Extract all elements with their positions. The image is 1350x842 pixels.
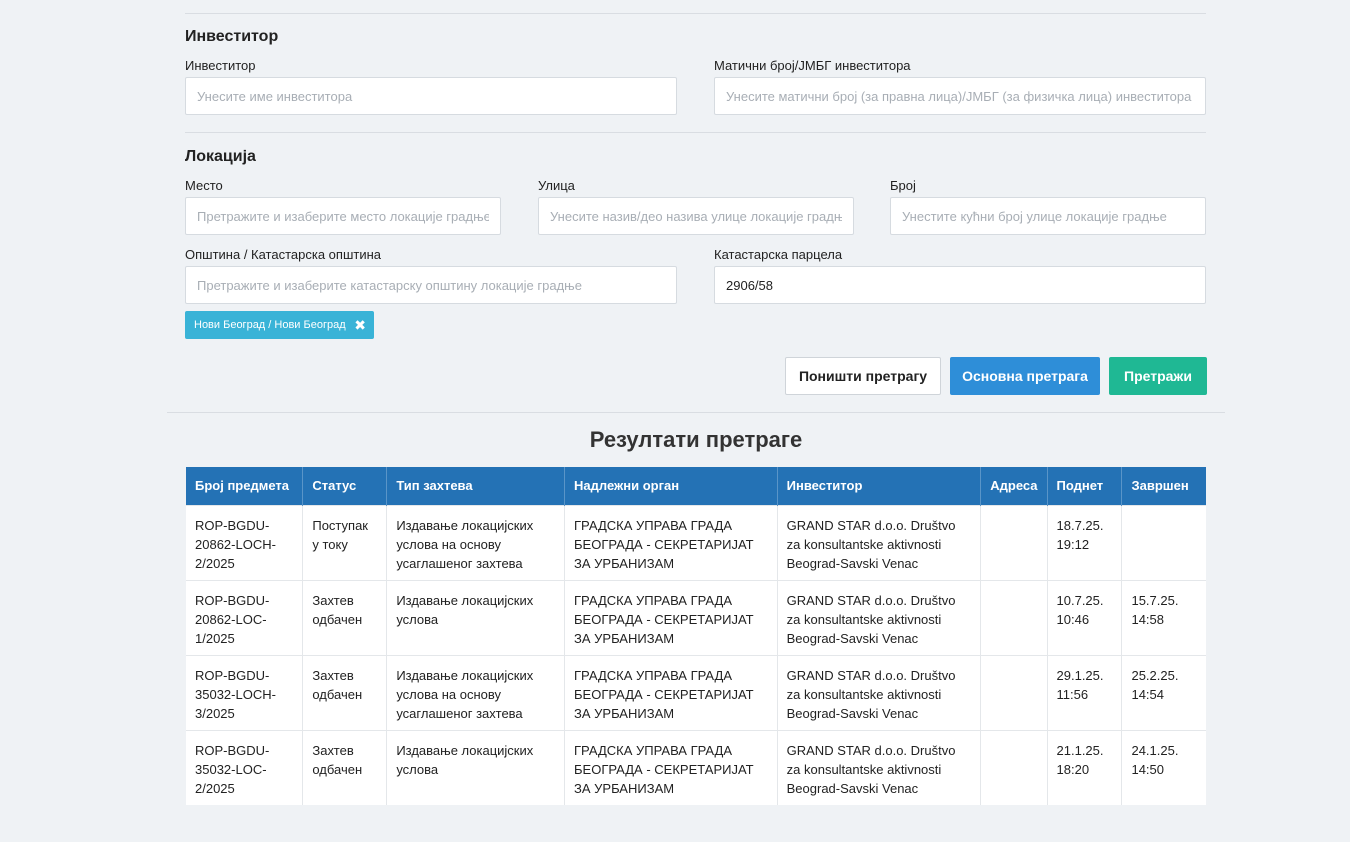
divider-middle	[185, 132, 1206, 133]
number-label: Број	[890, 178, 916, 193]
cell-case[interactable]: ROP-BGDU-20862-LOC-1/2025	[186, 579, 304, 655]
table-row[interactable]: ROP-BGDU-35032-LOCH-3/2025 Захтев одбаче…	[186, 654, 1206, 730]
column-header-completed[interactable]: Завршен	[1121, 467, 1206, 505]
cell-submitted: 21.1.25. 18:20	[1047, 729, 1123, 805]
cell-type: Издавање локацијских услова на основу ус…	[386, 504, 565, 580]
results-title: Резултати претраге	[589, 427, 803, 452]
cell-submitted: 18.7.25. 19:12	[1047, 504, 1123, 580]
cell-submitted: 10.7.25. 10:46	[1047, 579, 1123, 655]
cell-status: Захтев одбачен	[302, 654, 388, 730]
column-header-type[interactable]: Тип захтева	[386, 467, 565, 505]
place-input[interactable]	[185, 197, 501, 235]
column-header-authority[interactable]: Надлежни орган	[564, 467, 778, 505]
cell-status: Захтев одбачен	[302, 729, 388, 805]
cell-type: Издавање локацијских услова на основу ус…	[386, 654, 565, 730]
column-header-status[interactable]: Статус	[302, 467, 388, 505]
cell-status: Поступак у току	[302, 504, 388, 580]
column-header-case[interactable]: Број предмета	[186, 467, 304, 505]
cell-authority: ГРАДСКА УПРАВА ГРАДА БЕОГРАДА - СЕКРЕТАР…	[564, 579, 778, 655]
results-table: Број предмета Статус Тип захтева Надлежн…	[186, 467, 1206, 805]
cell-authority: ГРАДСКА УПРАВА ГРАДА БЕОГРАДА - СЕКРЕТАР…	[564, 504, 778, 580]
table-row[interactable]: ROP-BGDU-20862-LOC-1/2025 Захтев одбачен…	[186, 579, 1206, 655]
cell-address	[980, 654, 1048, 730]
table-row[interactable]: ROP-BGDU-20862-LOCH-2/2025 Поступак у то…	[186, 504, 1206, 580]
cell-address	[980, 729, 1048, 805]
investor-label: Инвеститор	[185, 58, 256, 73]
cell-case[interactable]: ROP-BGDU-35032-LOC-2/2025	[186, 729, 304, 805]
selected-municipality-tag: Нови Београд / Нови Београд ✖	[185, 311, 374, 339]
cell-case[interactable]: ROP-BGDU-20862-LOCH-2/2025	[186, 504, 304, 580]
number-input[interactable]	[890, 197, 1206, 235]
street-input[interactable]	[538, 197, 854, 235]
close-icon[interactable]: ✖	[354, 317, 366, 334]
cell-type: Издавање локацијских услова	[386, 579, 565, 655]
parcel-input[interactable]	[714, 266, 1206, 304]
cell-investor: GRAND STAR d.o.o. Društvo za konsultants…	[777, 504, 982, 580]
search-button[interactable]: Претражи	[1109, 357, 1207, 395]
column-header-investor[interactable]: Инвеститор	[777, 467, 982, 505]
divider-top	[185, 13, 1206, 14]
cell-investor: GRAND STAR d.o.o. Društvo za konsultants…	[777, 729, 982, 805]
place-label: Место	[185, 178, 223, 193]
municipality-input[interactable]	[185, 266, 677, 304]
cell-case[interactable]: ROP-BGDU-35032-LOCH-3/2025	[186, 654, 304, 730]
basic-search-button[interactable]: Основна претрага	[950, 357, 1100, 395]
investor-id-label: Матични број/ЈМБГ инвеститора	[714, 58, 911, 73]
divider-results	[167, 412, 1225, 413]
reset-search-button[interactable]: Поништи претрагу	[785, 357, 941, 395]
street-label: Улица	[538, 178, 575, 193]
cell-authority: ГРАДСКА УПРАВА ГРАДА БЕОГРАДА - СЕКРЕТАР…	[564, 654, 778, 730]
column-header-address[interactable]: Адреса	[980, 467, 1048, 505]
cell-investor: GRAND STAR d.o.o. Društvo za konsultants…	[777, 654, 982, 730]
location-section-title: Локација	[185, 148, 256, 165]
municipality-label: Општина / Катастарска општина	[185, 247, 382, 262]
cell-authority: ГРАДСКА УПРАВА ГРАДА БЕОГРАДА - СЕКРЕТАР…	[564, 729, 778, 805]
investor-input[interactable]	[185, 77, 677, 115]
cell-completed: 15.7.25. 14:58	[1121, 579, 1206, 655]
cell-completed	[1121, 504, 1206, 580]
cell-completed: 24.1.25. 14:50	[1121, 729, 1206, 805]
cell-submitted: 29.1.25. 11:56	[1047, 654, 1123, 730]
cell-investor: GRAND STAR d.o.o. Društvo za konsultants…	[777, 579, 982, 655]
selected-municipality-label: Нови Београд / Нови Београд	[194, 319, 346, 331]
cell-type: Издавање локацијских услова	[386, 729, 565, 805]
investor-section-title: Инвеститор	[185, 28, 279, 45]
table-header-row: Број предмета Статус Тип захтева Надлежн…	[186, 467, 1206, 505]
table-row[interactable]: ROP-BGDU-35032-LOC-2/2025 Захтев одбачен…	[186, 729, 1206, 805]
cell-address	[980, 504, 1048, 580]
cell-completed: 25.2.25. 14:54	[1121, 654, 1206, 730]
parcel-label: Катастарска парцела	[714, 247, 843, 262]
column-header-submitted[interactable]: Поднет	[1047, 467, 1123, 505]
cell-status: Захтев одбачен	[302, 579, 388, 655]
investor-id-input[interactable]	[714, 77, 1206, 115]
cell-address	[980, 579, 1048, 655]
